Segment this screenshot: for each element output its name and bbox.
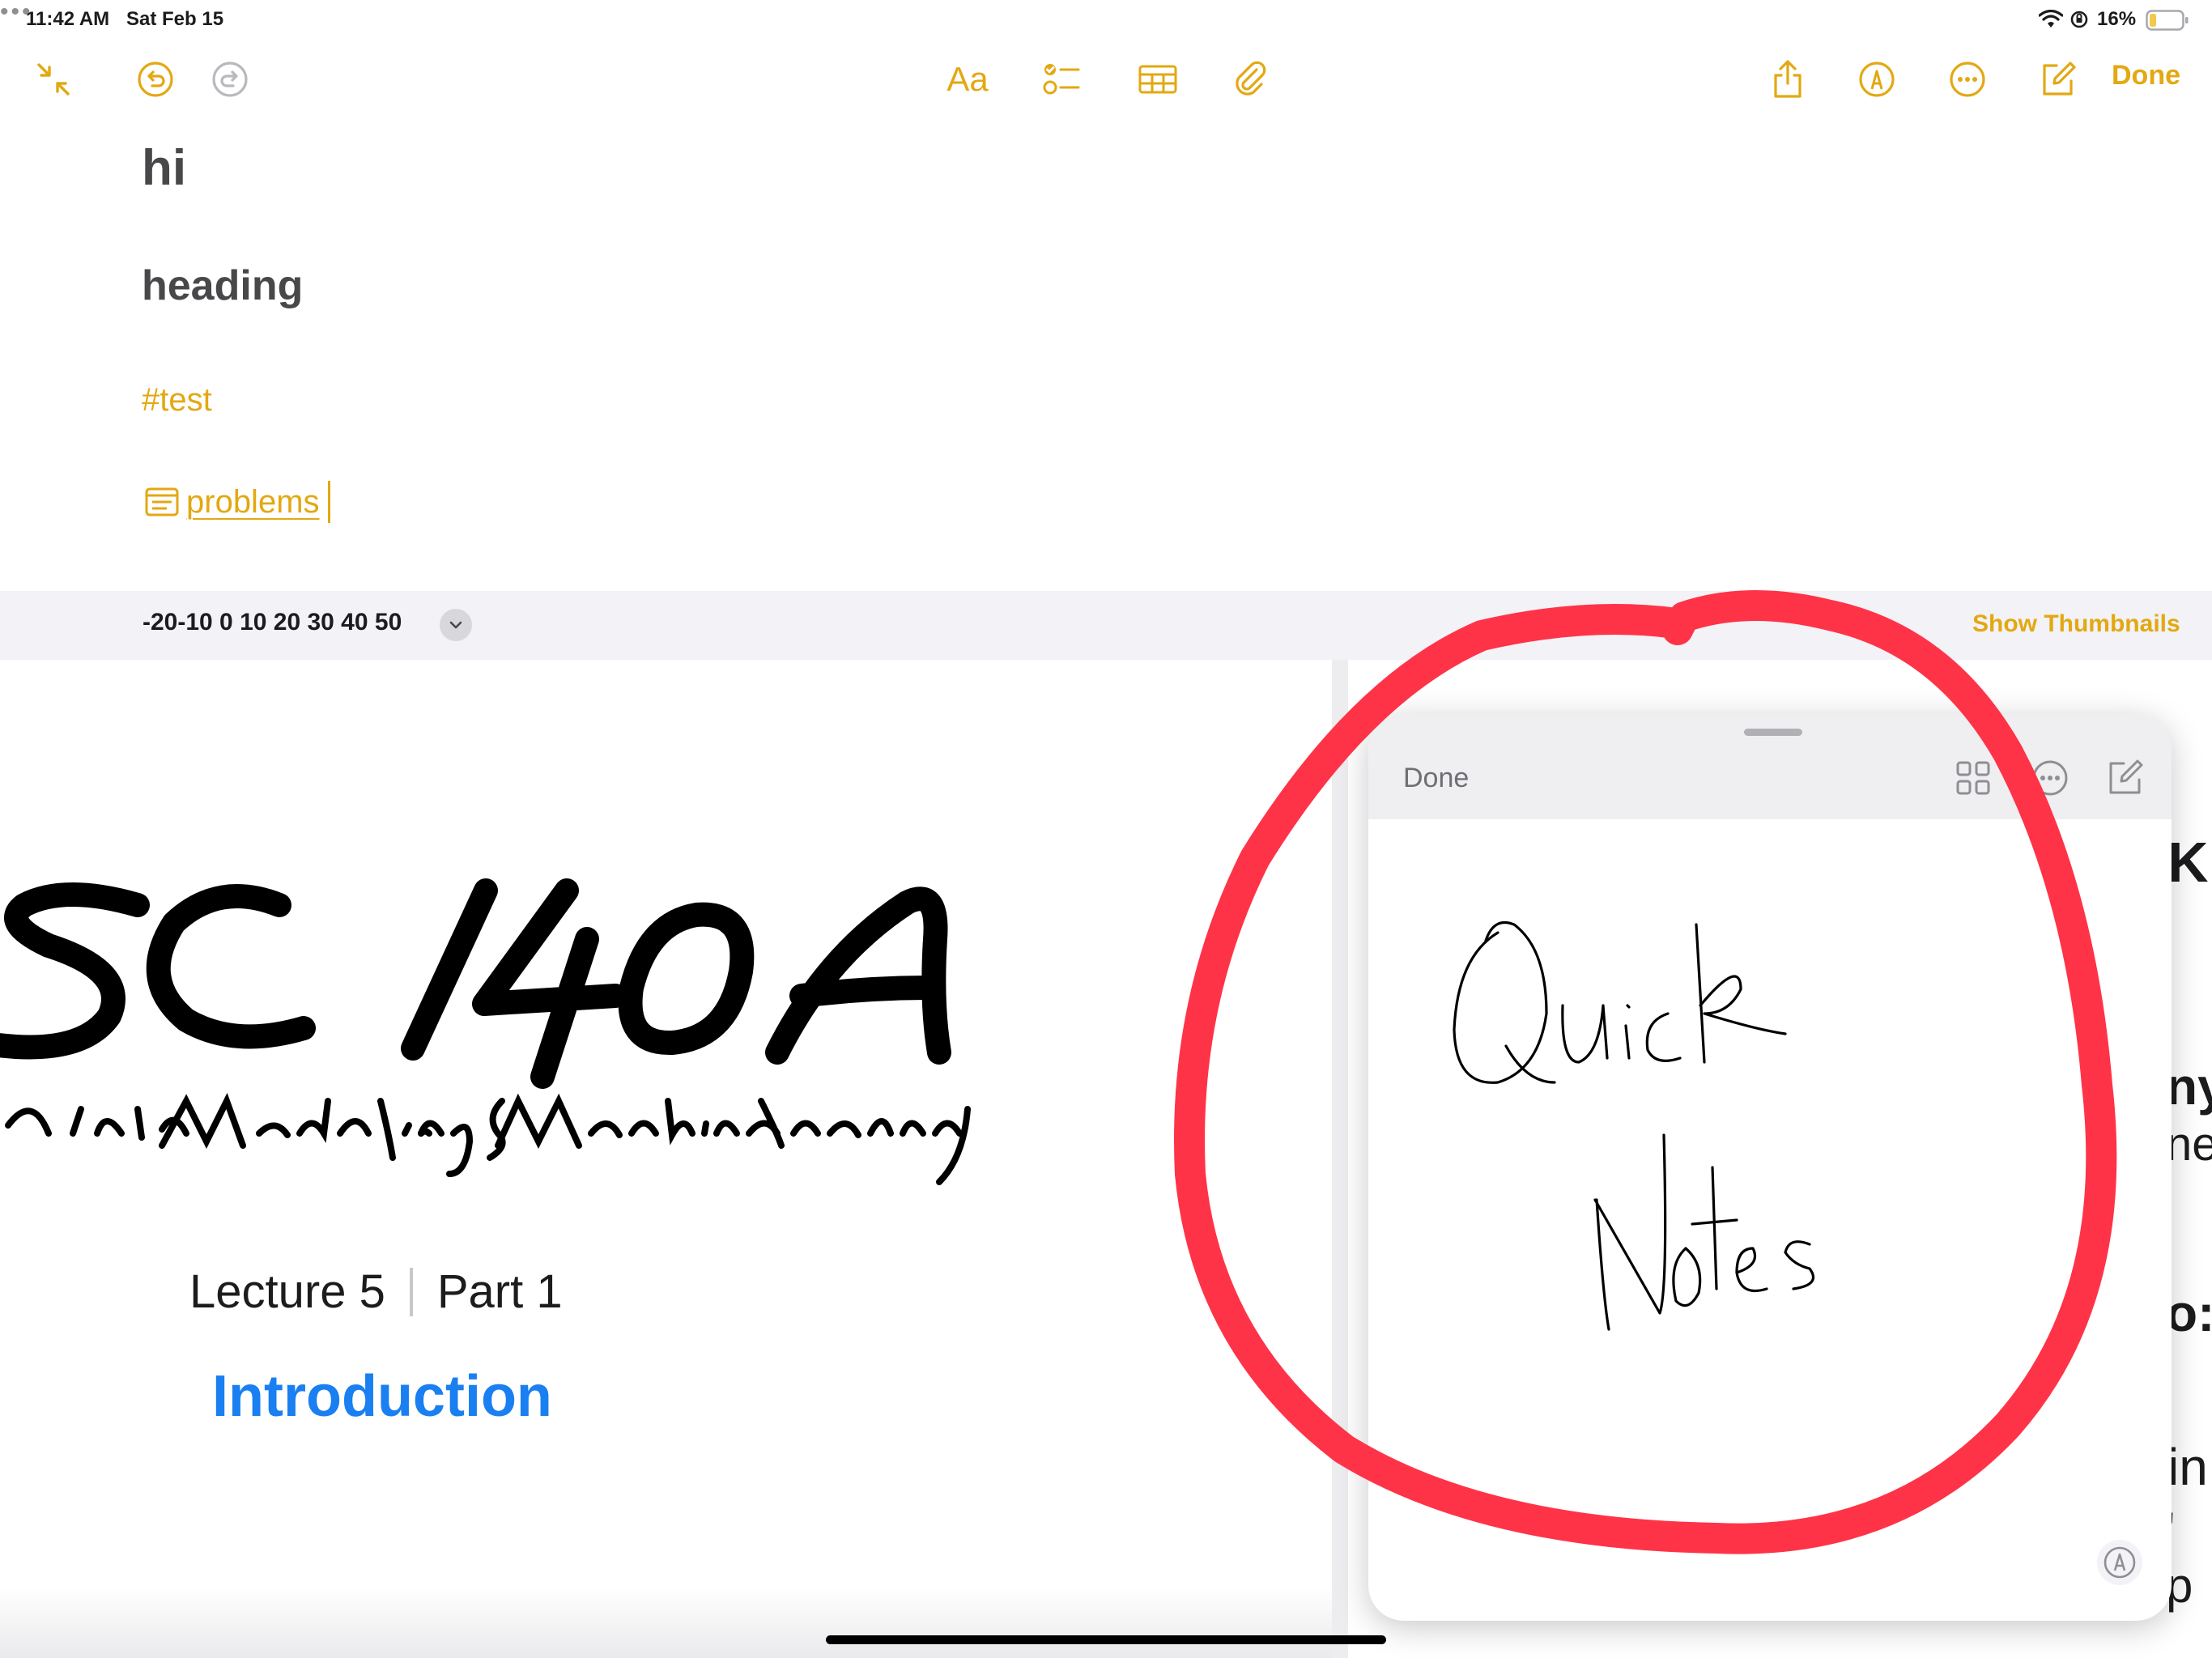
status-time: 11:42 AM <box>26 8 110 30</box>
markup-icon[interactable] <box>1853 55 1901 104</box>
checklist-icon[interactable] <box>1038 55 1087 104</box>
note-tag[interactable]: #test <box>142 382 212 419</box>
undo-icon[interactable] <box>131 55 180 104</box>
orientation-lock-icon <box>2069 10 2089 29</box>
lecture-separator <box>409 1267 413 1316</box>
note-title[interactable]: hi <box>142 139 186 197</box>
done-button[interactable]: Done <box>2112 60 2180 91</box>
table-icon[interactable] <box>1134 55 1182 104</box>
status-date: Sat Feb 15 <box>126 8 224 30</box>
home-indicator[interactable] <box>826 1635 1386 1644</box>
wifi-icon <box>2038 9 2064 31</box>
battery-icon <box>2146 9 2189 32</box>
chevron-down-icon[interactable] <box>440 609 472 641</box>
attachment-name[interactable]: -20-10 0 10 20 30 40 50 <box>143 609 402 636</box>
red-annotation-circle <box>1174 590 2117 1554</box>
note-link-icon <box>145 487 179 517</box>
lecture-number: Lecture 5 <box>189 1265 385 1318</box>
note-heading[interactable]: heading <box>142 261 303 310</box>
multitasking-dots-icon[interactable]: ••• <box>0 0 2212 24</box>
lecture-label: Lecture 5 Part 1 <box>189 1265 563 1319</box>
battery-percent: 16% <box>2097 8 2137 30</box>
share-icon[interactable] <box>1763 55 1812 104</box>
more-icon[interactable] <box>1943 55 1992 104</box>
page-shadow <box>0 1587 1332 1658</box>
format-text-icon[interactable]: Aa <box>939 55 996 104</box>
note-link[interactable]: problems <box>144 481 330 523</box>
course-logo <box>0 878 971 1185</box>
attachment-icon[interactable] <box>1226 55 1274 104</box>
lecture-part: Part 1 <box>436 1265 563 1318</box>
section-title: Introduction <box>212 1364 552 1429</box>
collapse-icon[interactable] <box>29 55 78 104</box>
redo-icon[interactable] <box>206 55 254 104</box>
note-link-text[interactable]: problems <box>186 484 320 521</box>
compose-icon[interactable] <box>2034 55 2082 104</box>
text-cursor <box>327 481 330 523</box>
